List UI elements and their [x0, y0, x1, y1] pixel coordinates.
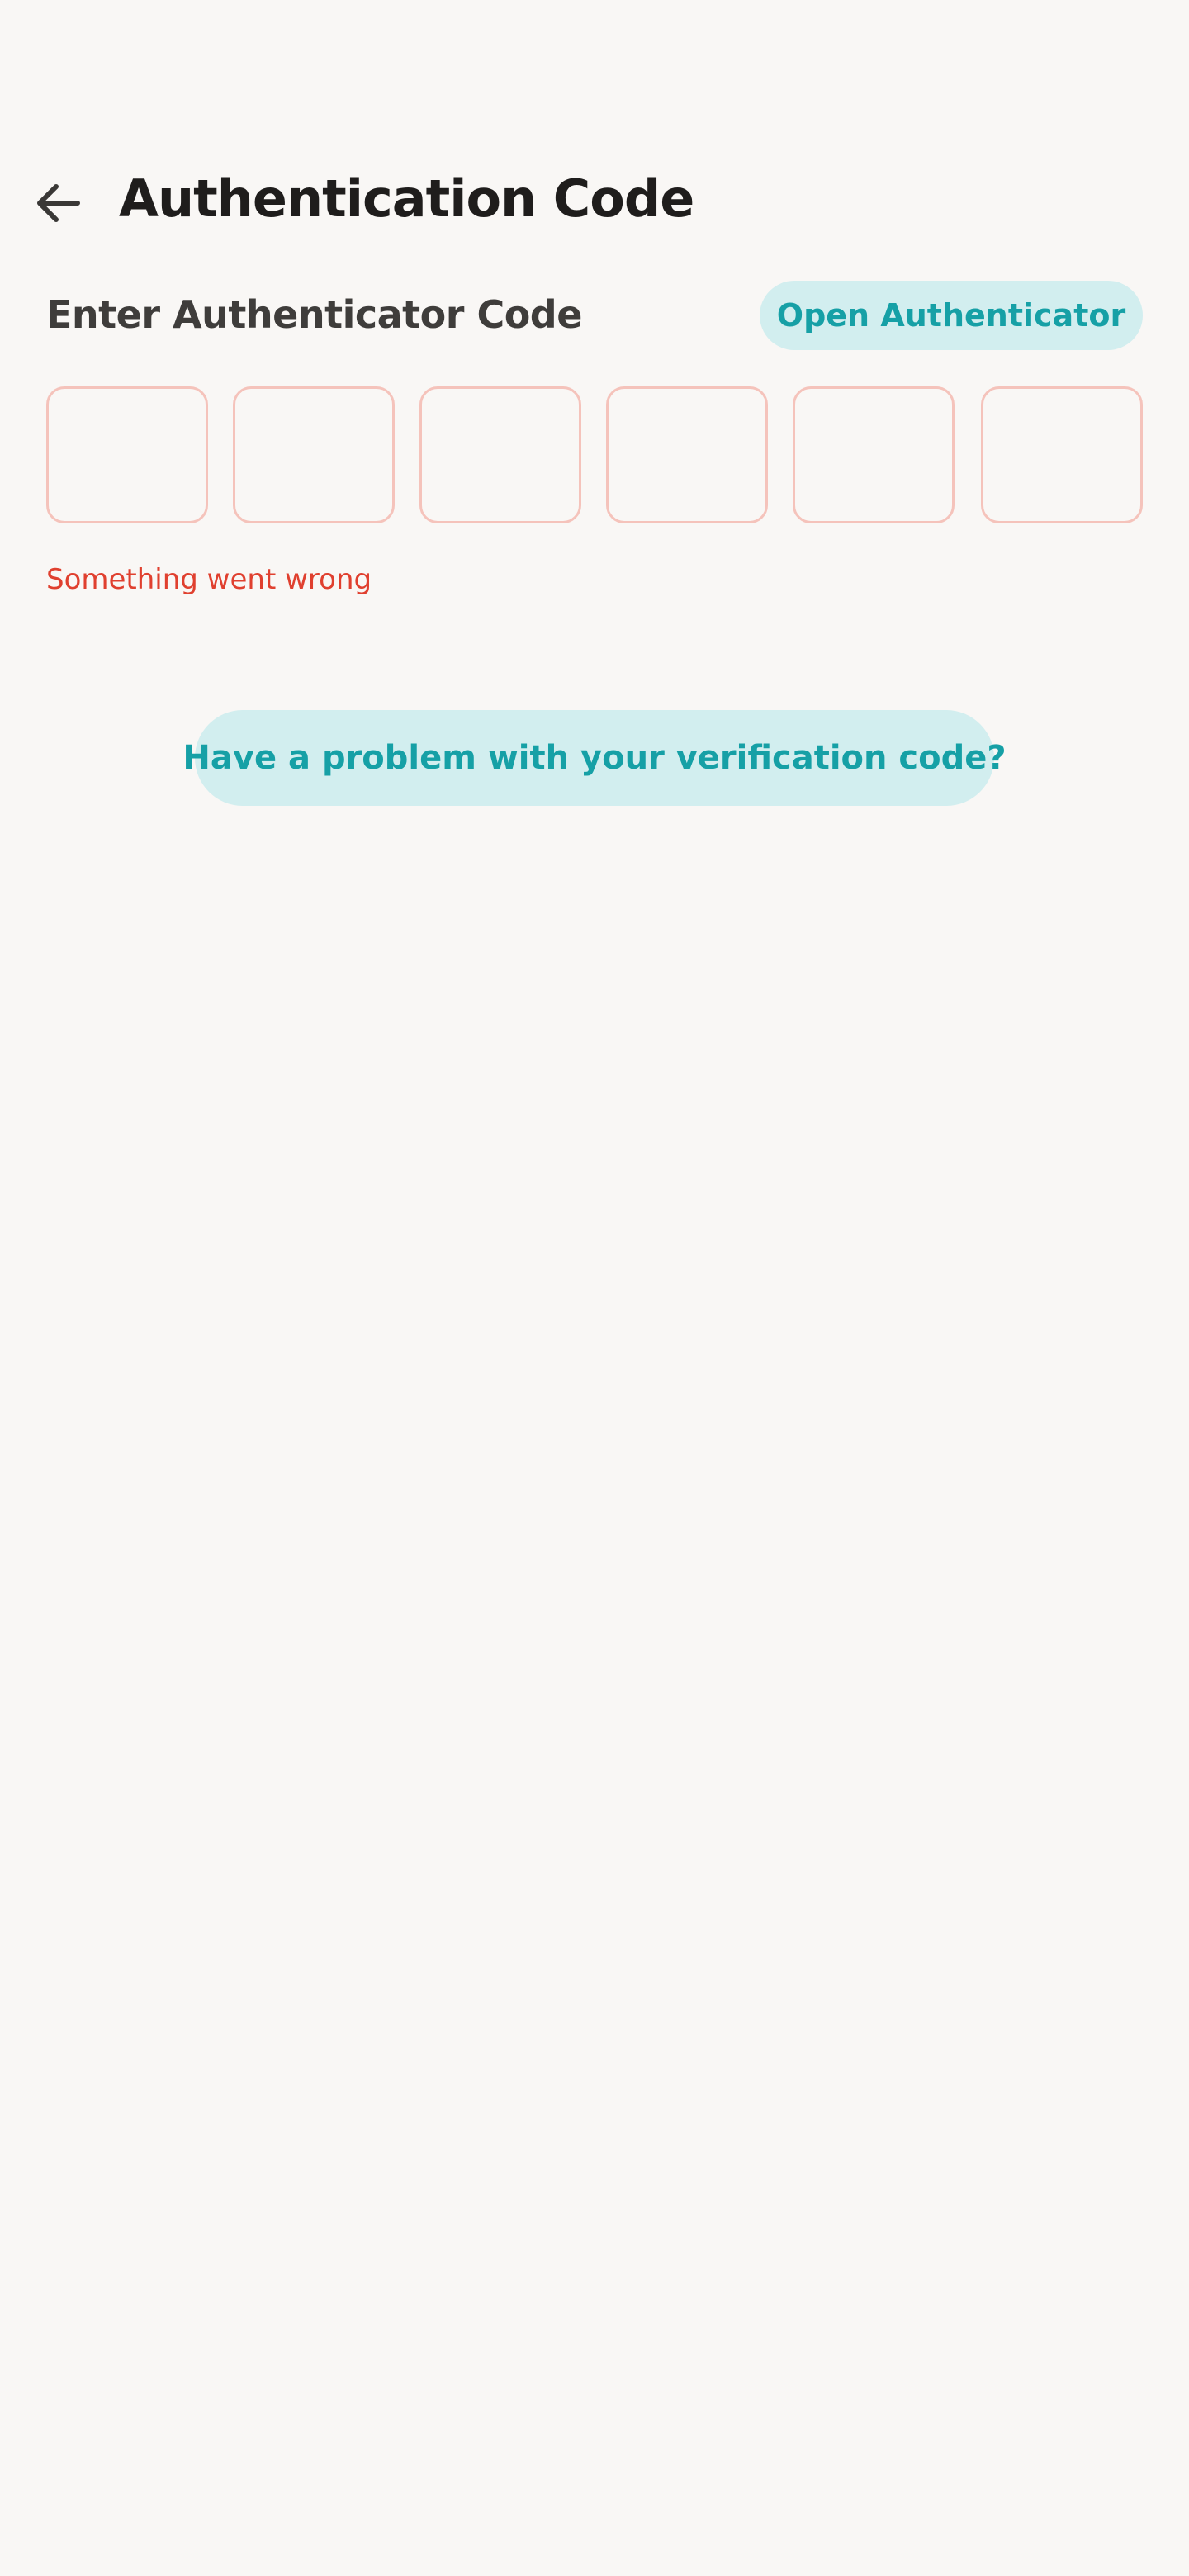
error-message: Something went wrong [46, 563, 372, 596]
code-section-header: Enter Authenticator Code Open Authentica… [46, 281, 1143, 350]
code-digit-4[interactable] [606, 386, 768, 523]
code-digit-5[interactable] [793, 386, 955, 523]
code-digit-6[interactable] [981, 386, 1143, 523]
code-input-row [46, 386, 1143, 523]
arrow-left-icon [37, 184, 80, 222]
code-digit-3[interactable] [419, 386, 581, 523]
verification-help-button[interactable]: Have a problem with your verification co… [182, 710, 1007, 806]
app-bar: Authentication Code [0, 162, 1189, 241]
page-title: Authentication Code [119, 168, 694, 229]
section-label: Enter Authenticator Code [46, 292, 582, 337]
code-digit-1[interactable] [46, 386, 208, 523]
back-button[interactable] [25, 170, 91, 236]
code-digit-2[interactable] [233, 386, 395, 523]
open-authenticator-button[interactable]: Open Authenticator [760, 281, 1143, 350]
